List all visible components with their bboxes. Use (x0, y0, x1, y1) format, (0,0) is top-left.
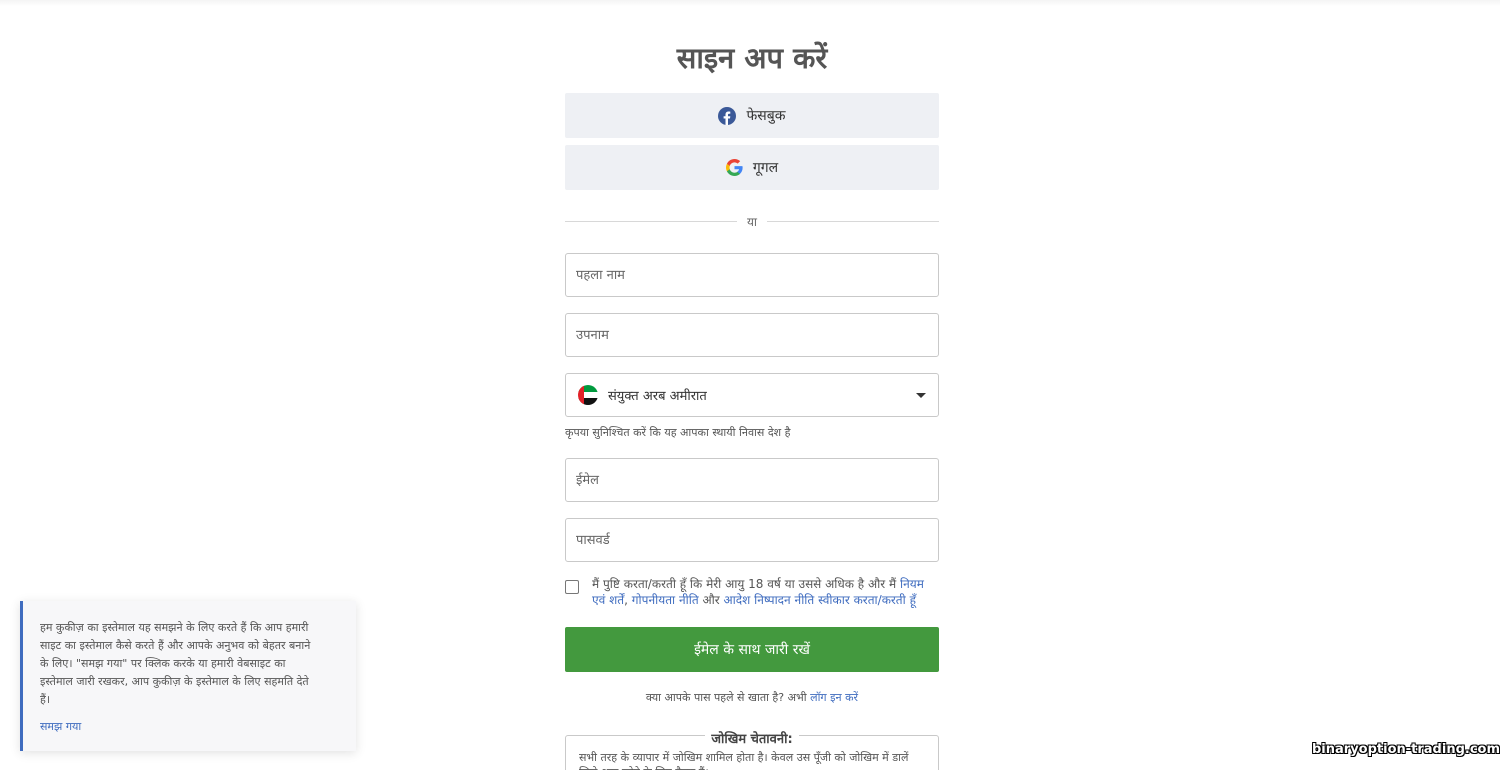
facebook-label: फेसबुक (746, 108, 786, 124)
password-input[interactable] (566, 519, 938, 561)
last-name-field (565, 313, 939, 357)
uae-flag-icon (578, 385, 598, 405)
agreement-and: और (702, 593, 720, 607)
login-prompt: क्या आपके पास पहले से खाता है? अभी लॉग इ… (565, 690, 939, 705)
accept-link[interactable]: स्वीकार करता/करती हूँ (818, 593, 916, 607)
country-hint: कृपया सुनिश्चित करें कि यह आपका स्थायी न… (565, 426, 791, 439)
continue-with-email-button[interactable]: ईमेल के साथ जारी रखें (565, 627, 939, 672)
country-select[interactable]: संयुक्त अरब अमीरात (565, 373, 939, 417)
risk-warning-text: सभी तरह के व्यापार में जोखिम शामिल होता … (579, 751, 909, 770)
google-icon (725, 159, 743, 176)
email-field (565, 458, 939, 502)
facebook-signup-button[interactable]: फेसबुक (565, 93, 939, 138)
google-label: गूगल (752, 160, 779, 176)
privacy-policy-link[interactable]: गोपनीयता नीति (632, 593, 699, 607)
facebook-icon (718, 106, 737, 125)
password-field (565, 518, 939, 562)
agreement-comma: , (624, 593, 628, 607)
agreement-text: मैं पुष्टि करता/करती हूँ कि मेरी आयु 18 … (592, 576, 939, 608)
cookie-accept-button[interactable]: समझ गया (40, 719, 81, 734)
first-name-input[interactable] (566, 254, 938, 296)
first-name-field (565, 253, 939, 297)
google-signup-button[interactable]: गूगल (565, 145, 939, 190)
cookie-banner: हम कुकीज़ का इस्तेमाल यह समझने के लिए कर… (20, 601, 356, 751)
top-shadow (0, 0, 1500, 6)
cookie-text: हम कुकीज़ का इस्तेमाल यह समझने के लिए कर… (40, 621, 311, 706)
country-value: संयुक्त अरब अमीरात (608, 389, 707, 404)
order-execution-policy-link[interactable]: आदेश निष्पादन नीति (724, 593, 815, 607)
watermark: binaryoption-trading.com (1312, 742, 1500, 757)
page-title: साइन अप करें (676, 41, 828, 75)
agree-checkbox[interactable] (565, 580, 579, 594)
login-question: क्या आपके पास पहले से खाता है? अभी (645, 691, 807, 704)
or-divider: या (565, 213, 939, 229)
divider-line-right (767, 221, 939, 222)
login-link[interactable]: लॉग इन करें (810, 691, 858, 704)
risk-warning-title: जोखिम चेतावनी: (565, 728, 939, 747)
agreement-prefix: मैं पुष्टि करता/करती हूँ कि मेरी आयु 18 … (592, 577, 897, 591)
last-name-input[interactable] (566, 314, 938, 356)
email-input[interactable] (566, 459, 938, 501)
chevron-down-icon (916, 392, 926, 398)
age-terms-agreement: मैं पुष्टि करता/करती हूँ कि मेरी आयु 18 … (565, 576, 939, 608)
